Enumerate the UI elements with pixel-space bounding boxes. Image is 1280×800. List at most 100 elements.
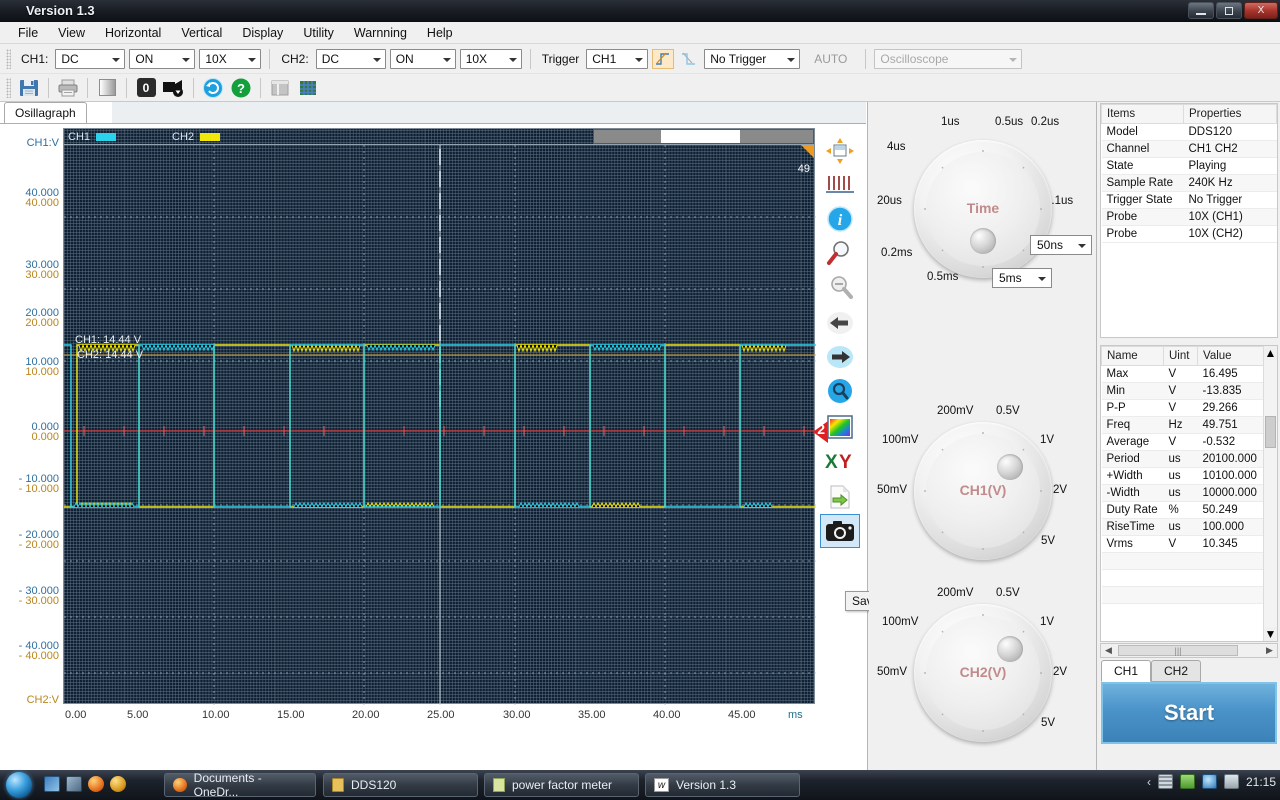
help-icon[interactable]: ? xyxy=(228,76,254,100)
color-palette-icon[interactable] xyxy=(820,410,860,444)
grid-icon[interactable] xyxy=(295,76,321,100)
ch1-state-select[interactable]: ON xyxy=(129,49,195,69)
volume-icon[interactable] xyxy=(1224,774,1239,789)
explorer-icon[interactable] xyxy=(66,776,82,792)
network-icon[interactable] xyxy=(1202,774,1217,789)
tab-ch1[interactable]: CH1 xyxy=(1101,660,1151,682)
minimize-button[interactable] xyxy=(1188,2,1214,19)
main-body: Osillagraph CH1:V CH2:V 40.00040.000 30.… xyxy=(0,102,1280,770)
menu-item-vertical[interactable]: Vertical xyxy=(171,24,232,42)
scroll-left-icon[interactable]: ◀ xyxy=(1101,644,1116,657)
xy-icon[interactable]: X Y xyxy=(820,444,860,478)
scroll-up-icon[interactable]: ▲ xyxy=(1264,346,1277,360)
ch2-knob-label: 0.5V xyxy=(996,587,1020,599)
taskbar-item-version13[interactable]: w Version 1.3 xyxy=(645,773,800,797)
save-icon[interactable] xyxy=(16,76,42,100)
ch1-probe-select[interactable]: 10X xyxy=(199,49,261,69)
trigger-position-marker[interactable] xyxy=(801,145,814,158)
ch2-state-select[interactable]: ON xyxy=(390,49,456,69)
show-desktop-icon[interactable] xyxy=(44,776,60,792)
media-icon[interactable] xyxy=(110,776,126,792)
refresh-icon[interactable] xyxy=(200,76,226,100)
time-base-select[interactable]: 5ms xyxy=(992,268,1052,288)
ch2-knob-label: 2V xyxy=(1053,666,1067,678)
tray-expand-icon[interactable]: ‹ xyxy=(1147,775,1151,789)
property-name: Probe xyxy=(1102,226,1184,243)
video-icon[interactable] xyxy=(161,76,187,100)
menu-item-warnning[interactable]: Warnning xyxy=(344,24,417,42)
tab-osillagraph[interactable]: Osillagraph xyxy=(4,102,87,124)
export-file-icon[interactable] xyxy=(820,480,860,514)
taskbar-item-label: power factor meter xyxy=(512,778,612,792)
trigger-source-select[interactable]: CH1 xyxy=(586,49,648,69)
scroll-right-icon[interactable]: ▶ xyxy=(1262,644,1277,657)
time-knob-title: Time xyxy=(914,200,1052,216)
ch2-volt-knob[interactable]: CH2(V) xyxy=(914,604,1052,742)
menu-item-help[interactable]: Help xyxy=(417,24,463,42)
battery-icon[interactable] xyxy=(1180,774,1195,789)
scope-display[interactable]: CH1 CH2 CH1: 14.44 V CH2: 14.44 V 49 xyxy=(63,128,815,704)
scrollbar-thumb[interactable] xyxy=(661,130,740,143)
info-icon[interactable]: i xyxy=(820,202,860,236)
clock[interactable]: 21:15 xyxy=(1246,775,1276,789)
ruler-icon[interactable] xyxy=(820,168,860,202)
device-select[interactable]: Oscilloscope xyxy=(874,49,1022,69)
measure-value: 49.751 xyxy=(1198,417,1265,434)
falling-edge-icon[interactable] xyxy=(678,49,700,69)
taskbar-item-documents[interactable]: Documents - OneDr... xyxy=(164,773,316,797)
camera-icon[interactable] xyxy=(820,514,860,548)
menu-item-horizontal[interactable]: Horizontal xyxy=(95,24,171,42)
measurements-header-unit: Uint xyxy=(1164,347,1198,366)
ch1-coupling-select[interactable]: DC xyxy=(55,49,125,69)
ch1-volt-knob[interactable]: CH1(V) xyxy=(914,422,1052,560)
property-name: Model xyxy=(1102,124,1184,141)
start-button[interactable]: Start xyxy=(1101,682,1277,744)
back-arrow-icon[interactable] xyxy=(820,306,860,340)
menu-item-file[interactable]: File xyxy=(8,24,48,42)
zero-icon[interactable]: 0 xyxy=(133,76,159,100)
forward-arrow-icon[interactable] xyxy=(820,340,860,374)
ch2-knob-label: 200mV xyxy=(937,587,973,599)
print-icon[interactable] xyxy=(55,76,81,100)
measurements-horizontal-scrollbar[interactable]: ◀ ||| ▶ xyxy=(1100,643,1278,658)
maximize-button[interactable] xyxy=(1216,2,1242,19)
taskbar-item-label: DDS120 xyxy=(351,778,396,792)
cursor-readout-ch1: CH1: 14.44 V xyxy=(75,334,141,346)
table-row xyxy=(1102,570,1265,587)
taskbar-item-dds120[interactable]: DDS120 xyxy=(323,773,478,797)
tab-ch2[interactable]: CH2 xyxy=(1151,660,1201,682)
ch2-probe-select[interactable]: 10X xyxy=(460,49,522,69)
menu-item-utility[interactable]: Utility xyxy=(293,24,344,42)
rising-edge-icon[interactable] xyxy=(652,49,674,69)
zoom-in-icon[interactable] xyxy=(820,236,860,270)
close-button[interactable]: X xyxy=(1244,2,1278,19)
horizontal-position-scrollbar[interactable] xyxy=(593,129,814,144)
time-knob-label: 20us xyxy=(877,195,902,207)
measure-unit: V xyxy=(1164,366,1198,383)
layout-icon[interactable] xyxy=(267,76,293,100)
move-icon[interactable] xyxy=(820,134,860,168)
x-tick: 5.00 xyxy=(127,709,148,721)
time-base-fine-select[interactable]: 50ns xyxy=(1030,235,1092,255)
trigger-mode-select[interactable]: No Trigger xyxy=(704,49,800,69)
ch2-coupling-select[interactable]: DC xyxy=(316,49,386,69)
scroll-down-icon[interactable]: ▼ xyxy=(1264,627,1277,641)
menu-item-view[interactable]: View xyxy=(48,24,95,42)
table-row: Periodus20100.000 xyxy=(1102,451,1265,468)
table-row: Duty Rate%50.249 xyxy=(1102,502,1265,519)
horizontal-scrollbar-thumb[interactable]: ||| xyxy=(1118,645,1238,656)
gradient-icon[interactable] xyxy=(94,76,120,100)
time-knob[interactable]: Time xyxy=(914,140,1052,278)
action-center-icon[interactable] xyxy=(1158,774,1173,789)
measure-name: Average xyxy=(1102,434,1164,451)
measure-value: 10.345 xyxy=(1198,536,1265,553)
firefox-icon[interactable] xyxy=(88,776,104,792)
windows-start-icon[interactable] xyxy=(6,772,32,798)
menu-item-display[interactable]: Display xyxy=(232,24,293,42)
zoom-out-icon[interactable] xyxy=(820,270,860,304)
vertical-scrollbar-thumb[interactable] xyxy=(1265,416,1276,448)
measurements-vertical-scrollbar[interactable]: ▲ ▼ xyxy=(1263,346,1277,641)
search-icon[interactable] xyxy=(820,374,860,408)
taskbar-item-power-factor-meter[interactable]: power factor meter xyxy=(484,773,639,797)
x-tick: 40.00 xyxy=(653,709,681,721)
